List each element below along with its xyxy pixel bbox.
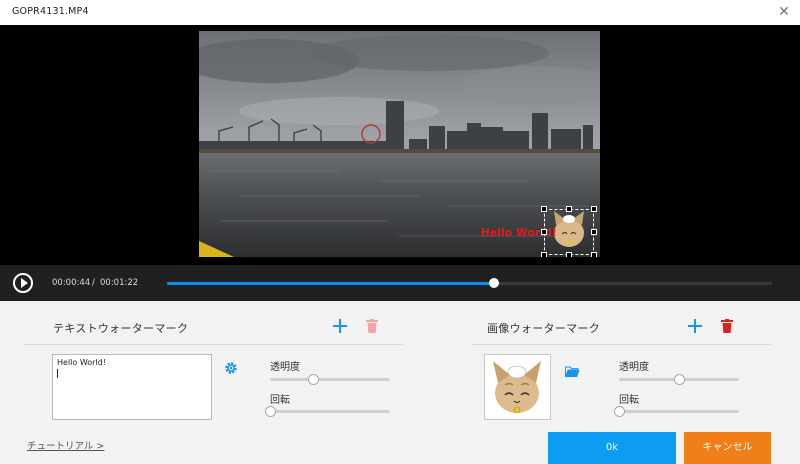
delete-image-watermark-icon[interactable] bbox=[721, 319, 733, 333]
text-watermark-title: テキストウォーターマーク bbox=[53, 322, 189, 335]
text-opacity-thumb[interactable] bbox=[308, 374, 320, 385]
window-title: GOPR4131.MP4 bbox=[12, 6, 89, 17]
image-opacity-slider[interactable] bbox=[619, 374, 739, 385]
image-opacity-label: 透明度 bbox=[619, 362, 649, 373]
folder-icon[interactable] bbox=[565, 363, 580, 382]
image-opacity-thumb[interactable] bbox=[674, 374, 685, 385]
time-separator: / bbox=[92, 278, 95, 288]
cancel-button[interactable]: キャンセル bbox=[684, 432, 771, 464]
ok-button[interactable]: 0k bbox=[548, 432, 676, 464]
video-preview-area: Hello World! bbox=[0, 25, 800, 265]
cat-image bbox=[493, 361, 541, 414]
watermark-panel: テキストウォーターマーク Hello World! 透明度 回転 画像ウォーター… bbox=[0, 301, 800, 464]
text-rotation-slider[interactable] bbox=[265, 406, 390, 417]
image-watermark-thumbnail[interactable] bbox=[484, 354, 551, 420]
resize-handle-w[interactable] bbox=[541, 229, 547, 235]
resize-handle-nw[interactable] bbox=[541, 206, 547, 212]
resize-handle-ne[interactable] bbox=[591, 206, 597, 212]
seek-progress bbox=[167, 282, 494, 285]
text-rotation-thumb[interactable] bbox=[265, 406, 276, 417]
watermark-text-value: Hello World! bbox=[57, 358, 106, 367]
image-watermark-title: 画像ウォーターマーク bbox=[487, 322, 600, 335]
image-rotation-label: 回転 bbox=[619, 395, 639, 406]
tutorial-link[interactable]: チュートリアル > bbox=[27, 438, 104, 452]
resize-handle-n[interactable] bbox=[566, 206, 572, 212]
image-rotation-thumb[interactable] bbox=[614, 406, 625, 417]
resize-handle-s[interactable] bbox=[566, 252, 572, 257]
image-rotation-slider[interactable] bbox=[614, 406, 739, 417]
resize-handle-sw[interactable] bbox=[541, 252, 547, 257]
seek-handle[interactable] bbox=[488, 278, 499, 288]
add-image-watermark-icon[interactable] bbox=[688, 319, 702, 333]
video-scene bbox=[199, 31, 600, 257]
play-icon[interactable] bbox=[13, 273, 33, 293]
add-text-watermark-icon[interactable] bbox=[333, 319, 347, 333]
text-opacity-label: 透明度 bbox=[270, 362, 300, 373]
total-time: 00:01:22 bbox=[100, 278, 139, 288]
close-icon[interactable]: ✕ bbox=[776, 4, 792, 20]
watermark-text-input[interactable]: Hello World! bbox=[52, 354, 212, 420]
delete-text-watermark-icon[interactable] bbox=[366, 319, 378, 333]
text-caret bbox=[57, 369, 58, 378]
video-frame[interactable]: Hello World! bbox=[199, 31, 600, 257]
resize-handle-se[interactable] bbox=[591, 252, 597, 257]
text-opacity-slider[interactable] bbox=[270, 374, 390, 385]
current-time: 00:00:44 bbox=[52, 278, 91, 288]
seek-bar[interactable] bbox=[167, 278, 772, 288]
playback-controls: 00:00:44 / 00:01:22 bbox=[0, 265, 800, 301]
resize-handle-e[interactable] bbox=[591, 229, 597, 235]
text-rotation-label: 回転 bbox=[270, 395, 290, 406]
image-section-divider bbox=[471, 344, 771, 345]
text-section-divider bbox=[24, 344, 403, 345]
title-bar: GOPR4131.MP4 ✕ bbox=[0, 0, 800, 25]
image-watermark-selection[interactable] bbox=[541, 206, 597, 257]
gear-icon[interactable] bbox=[224, 360, 238, 379]
